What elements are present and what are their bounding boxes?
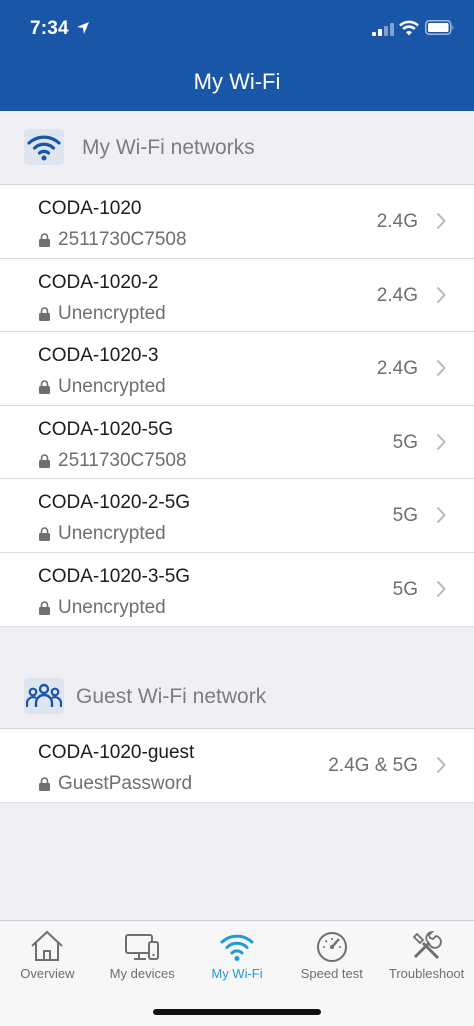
lock-icon [39,306,50,321]
tab-my-devices[interactable]: My devices [95,921,190,1001]
speedometer-icon [316,932,347,962]
lock-icon [39,777,50,791]
tab-overview[interactable]: Overview [0,921,95,1001]
network-name: CODA-1020-5G [38,418,174,440]
network-password: Unencrypted [58,376,166,398]
network-name: CODA-1020-2-5G [38,492,191,514]
network-password: GuestPassword [58,773,193,794]
network-security: Unencrypted [38,303,166,325]
guest-network-row[interactable]: CODA-1020-guest GuestPassword 2.4G & 5G [0,729,474,803]
chevron-right-icon [436,507,446,524]
status-bar: 7:34 [0,0,474,56]
page-title: My Wi-Fi [193,69,281,94]
lock-icon [39,527,50,542]
lock-icon [39,601,50,615]
chevron-right-icon [436,756,446,774]
tab-label: Overview [20,966,75,981]
home-icon [31,930,64,961]
section-header-guest: Guest Wi-Fi network [0,660,474,732]
tab-my-wifi[interactable]: My Wi-Fi [190,921,285,1001]
network-security: Unencrypted [38,376,166,398]
battery-icon [425,20,454,35]
location-arrow-icon [77,22,89,34]
chevron-right-icon [436,360,446,377]
network-row[interactable]: CODA-1020-3-5G Unencrypted 5G [0,553,474,627]
network-band: 5G [392,578,418,600]
tab-label: My Wi-Fi [211,966,263,981]
wifi-status-icon [399,20,419,36]
network-security: 2511730C7508 [38,229,187,251]
network-password: Unencrypted [58,596,166,618]
network-band: 5G [392,505,418,527]
network-band: 2.4G [376,211,418,232]
status-time: 7:34 [30,18,69,39]
chevron-right-icon [436,580,446,598]
tools-icon [412,930,442,960]
network-band: 2.4G [376,358,418,380]
network-security: GuestPassword [38,773,192,795]
network-row[interactable]: CODA-1020 2511730C7508 2.4G [0,185,474,259]
network-name: CODA-1020-3 [38,345,159,367]
network-security: Unencrypted [38,523,166,545]
network-band: 2.4G [376,284,418,306]
network-password: Unencrypted [58,523,166,545]
cellular-signal-icon [372,23,394,36]
wifi-icon [24,129,64,165]
network-name: CODA-1020-guest [38,742,195,763]
network-security: 2511730C7508 [38,450,187,472]
lock-icon [39,454,50,468]
network-security: Unencrypted [38,597,166,619]
wifi-icon [220,934,254,961]
people-group-icon [24,678,64,714]
guest-network-list: CODA-1020-guest GuestPassword 2.4G & 5G [0,728,474,803]
network-row[interactable]: CODA-1020-2-5G Unencrypted 5G [0,479,474,553]
network-name: CODA-1020 [38,198,142,219]
network-band: 2.4G & 5G [328,755,418,776]
tab-label: Troubleshoot [388,966,465,981]
chevron-right-icon [436,212,446,230]
tab-label: Speed test [300,966,363,981]
chevron-right-icon [436,433,446,450]
network-password: 2511730C7508 [58,229,187,250]
app-header: 7:34 My Wi-Fi [0,0,474,111]
tab-label: My devices [109,966,175,981]
lock-icon [39,380,50,395]
network-name: CODA-1020-2 [38,271,159,293]
lock-icon [39,233,50,247]
network-band: 5G [392,431,418,453]
network-password: 2511730C7508 [58,449,187,471]
tab-troubleshoot[interactable]: Troubleshoot [379,921,474,1001]
network-row[interactable]: CODA-1020-5G 2511730C7508 5G [0,406,474,480]
chevron-right-icon [436,286,446,303]
tab-speed-test[interactable]: Speed test [284,921,379,1001]
network-password: Unencrypted [58,302,166,324]
section-header-my-networks: My Wi-Fi networks [0,111,474,183]
devices-icon [125,934,160,960]
network-row[interactable]: CODA-1020-3 Unencrypted 2.4G [0,332,474,406]
section-title: Guest Wi-Fi network [76,685,267,708]
home-indicator[interactable] [153,1009,321,1015]
section-title: My Wi-Fi networks [82,136,255,159]
network-name: CODA-1020-3-5G [38,565,191,587]
network-row[interactable]: CODA-1020-2 Unencrypted 2.4G [0,259,474,333]
network-list: CODA-1020 2511730C7508 2.4G CODA-1020-2 … [0,184,474,627]
